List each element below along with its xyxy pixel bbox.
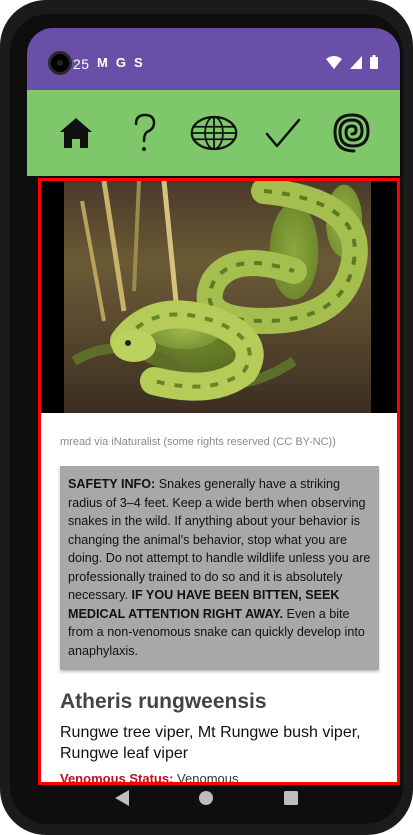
app-nav-bar [27,90,400,176]
safety-label: SAFETY INFO: [68,477,156,491]
home-nav-button[interactable] [198,790,214,811]
species-detail-panel[interactable]: mread via iNaturalist (some rights reser… [38,178,400,785]
check-button[interactable] [259,109,307,157]
species-photo [64,181,371,413]
status-time: 25 [73,56,90,72]
species-photo-frame [41,181,397,413]
home-icon [59,118,92,148]
phone-bezel: 25 M G S mread via iNaturalist (some rig… [10,14,403,824]
home-circle-icon [199,790,214,805]
recents-square-icon [284,790,299,805]
question-icon [134,113,155,151]
globe-button[interactable] [190,109,238,157]
safety-info-box: SAFETY INFO: Snakes generally have a str… [60,466,379,670]
battery-icon [370,55,378,69]
android-nav-bar [10,776,403,824]
gmail-icon: M [97,55,108,70]
help-button[interactable] [121,109,169,157]
species-scientific-name: Atheris rungweensis [60,690,267,713]
spiral-button[interactable] [328,109,376,157]
check-icon [265,118,300,148]
status-bar: 25 M G S [27,28,400,90]
front-camera [48,51,72,75]
home-button[interactable] [52,109,100,157]
signal-icon [350,55,362,69]
phone-frame: 25 M G S mread via iNaturalist (some rig… [0,0,413,835]
snake-illustration [71,181,368,401]
google-icon: G [115,55,126,70]
species-common-names: Rungwe tree viper, Mt Rungwe bush viper,… [60,724,361,762]
back-button[interactable] [114,789,129,811]
spiral-icon [332,113,370,153]
sync-icon: S [133,55,143,70]
photo-credit: mread via iNaturalist (some rights reser… [60,436,336,448]
system-icons [326,55,378,69]
safety-text: Snakes generally have a striking radius … [68,477,371,602]
recents-button[interactable] [284,790,299,810]
back-triangle-icon [114,789,129,806]
notification-icons: M G S [97,55,143,70]
app-screen: 25 M G S mread via iNaturalist (some rig… [27,28,400,788]
globe-icon [190,115,237,151]
wifi-icon [326,55,342,69]
